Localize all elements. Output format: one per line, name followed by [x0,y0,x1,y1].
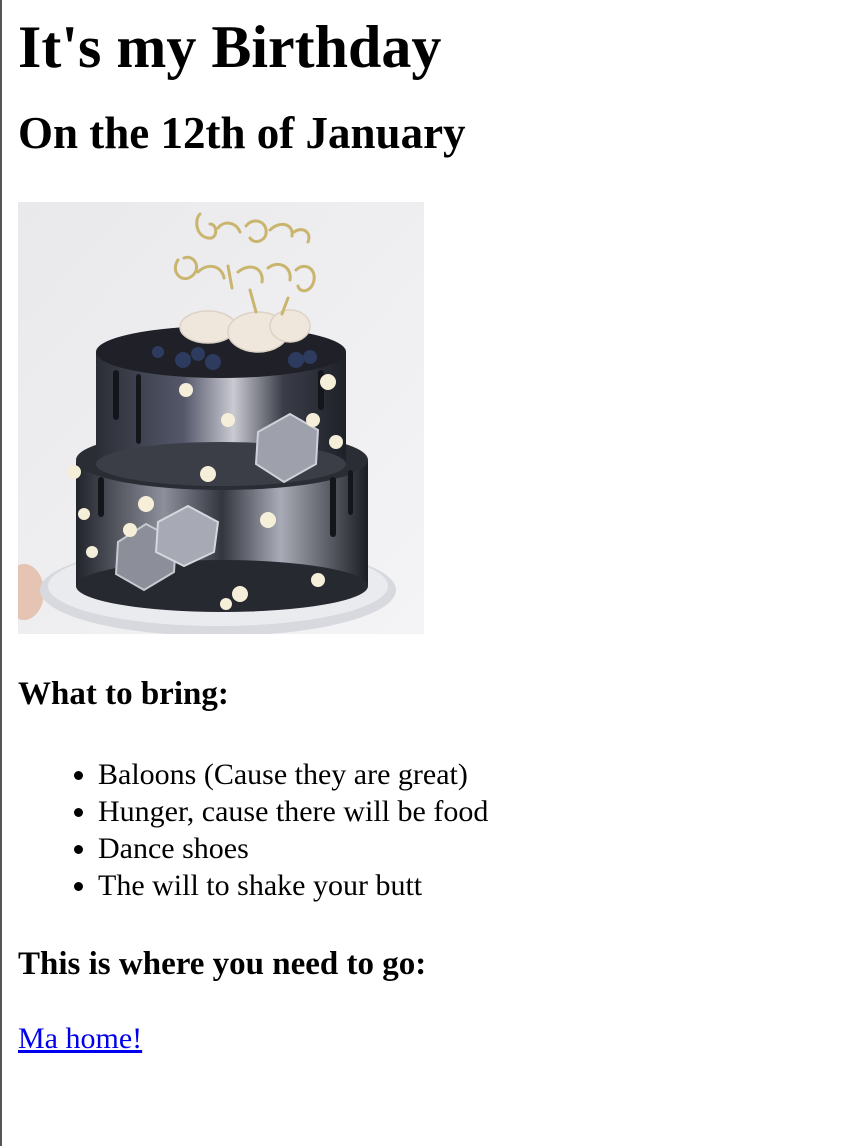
window-left-edge [0,0,2,1146]
list-item: Hunger, cause there will be food [98,793,848,830]
list-item: Baloons (Cause they are great) [98,756,848,793]
list-item: Dance shoes [98,830,848,867]
page-title: It's my Birthday [18,14,442,80]
directions-heading: This is where you need to go: [18,946,427,982]
bring-list: Baloons (Cause they are great) Hunger, c… [18,756,848,904]
home-link[interactable]: Ma home! [18,1021,142,1057]
page-content: It's my Birthday On the 12th of January [18,0,848,1057]
page-subtitle: On the 12th of January [18,108,466,158]
list-item: The will to shake your butt [98,867,848,904]
cake-image [18,202,424,634]
what-to-bring-heading: What to bring: [18,676,229,712]
